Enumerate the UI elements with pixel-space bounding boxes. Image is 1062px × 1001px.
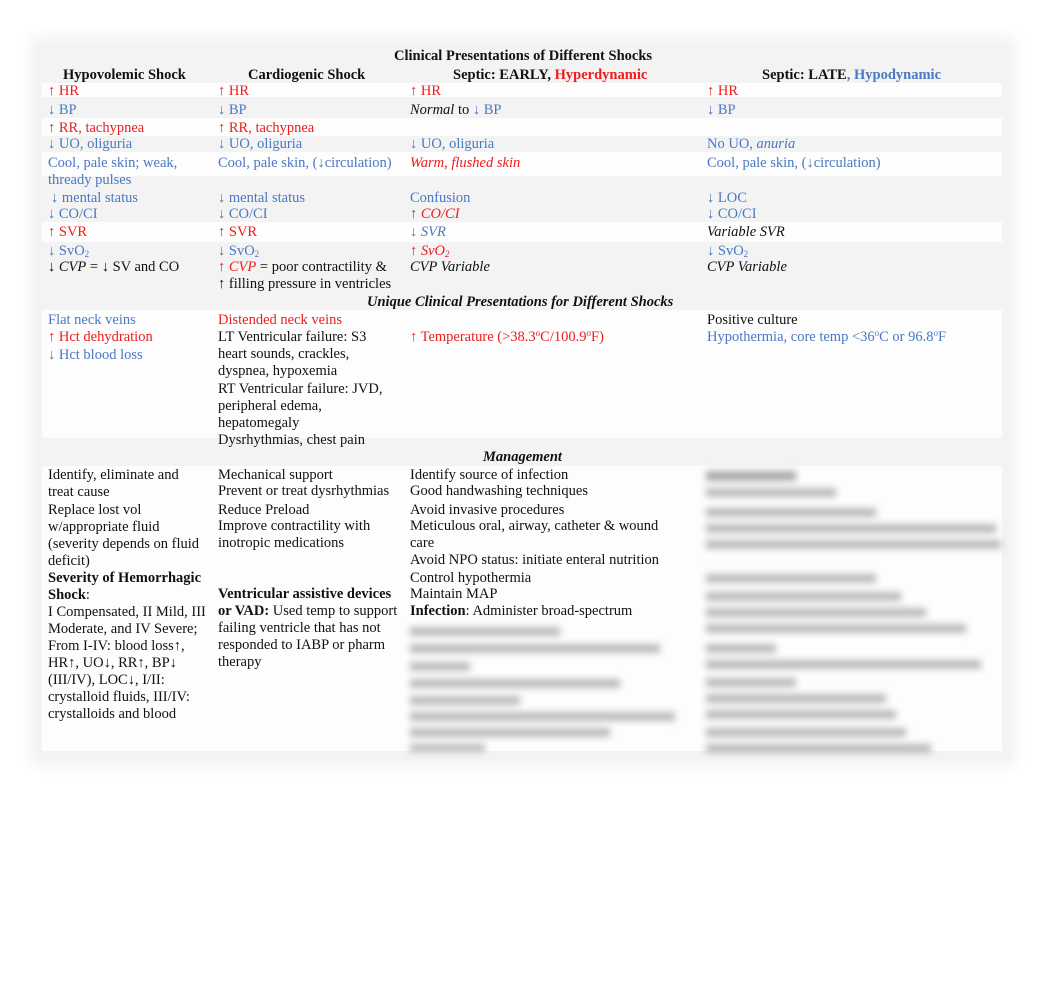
- mgmt-cardio-item: Mechanical support: [218, 467, 333, 483]
- coci-finding: ↓ CO/CI: [48, 206, 98, 222]
- coci-finding: ↓ CO/CI: [218, 206, 268, 222]
- mgmt-hypo-item: Replace lost vol w/appropriate fluid (se…: [48, 502, 200, 569]
- mgmt-septic-item: Meticulous oral, airway, catheter & woun…: [410, 518, 659, 551]
- svr-finding: ↓ SVR: [410, 224, 446, 240]
- mgmt-septic-item: Good handwashing techniques: [410, 483, 588, 499]
- svr-finding: ↑ SVR: [48, 224, 88, 240]
- rr-finding: ↑ RR, tachypnea: [218, 120, 315, 136]
- unique-septic-early-temperature: ↑ Temperature (>38.3oC/100.9oF): [410, 328, 604, 346]
- bp-finding: ↓ BP: [48, 102, 77, 118]
- hr-finding: ↑ HR: [410, 83, 442, 99]
- bp-finding: ↓ BP: [218, 102, 247, 118]
- hr-finding: ↑ HR: [48, 83, 80, 99]
- uo-finding: ↓ UO, oliguria: [48, 136, 133, 152]
- mgmt-septic-item: Avoid NPO status: initiate enteral nutri…: [410, 552, 660, 568]
- column-header-cardiogenic: Cardiogenic Shock: [248, 67, 366, 83]
- skin-finding: Cool, pale skin; weak, thready pulses: [48, 155, 178, 188]
- mgmt-cardio-item: Prevent or treat dysrhythmias: [218, 483, 390, 499]
- mgmt-septic-item: Control hypothermia: [410, 570, 532, 586]
- skin-finding: Warm, flushed skin: [410, 155, 521, 171]
- management-title: Management: [483, 449, 562, 465]
- coci-finding: ↑ CO/CI: [410, 206, 460, 222]
- mgmt-cardio-item: Reduce Preload: [218, 502, 310, 518]
- unique-hypo-item: ↓ Hct blood loss: [48, 347, 143, 363]
- row-band: [42, 118, 1002, 136]
- hr-finding: ↑ HR: [218, 83, 250, 99]
- uo-finding: No UO, anuria: [707, 136, 796, 152]
- skin-finding: Cool, pale skin, (↓circulation): [707, 155, 881, 171]
- cvp-finding: CVP Variable: [410, 259, 490, 275]
- unique-cardio-rt-failure: RT Ventricular failure: JVD, peripheral …: [218, 381, 383, 431]
- svo2-finding: ↓ SvO2: [48, 243, 90, 259]
- bp-finding: Normal to ↓ BP: [410, 102, 502, 118]
- cvp-finding: ↑ CVP = poor contractility &: [218, 259, 387, 275]
- hr-finding: ↑ HR: [707, 83, 739, 99]
- row-band: [42, 83, 1002, 97]
- svo2-finding: ↓ SvO2: [707, 243, 749, 259]
- mental-finding: Confusion: [410, 190, 471, 206]
- unique-cardio-veins: Distended neck veins: [218, 312, 343, 328]
- unique-cardio-lt-failure: LT Ventricular failure: S3 heart sounds,…: [218, 329, 367, 379]
- column-header-septic-late: Septic: LATE, Hypodynamic: [762, 67, 941, 83]
- cvp-finding: ↓ CVP = ↓ SV and CO: [48, 259, 180, 275]
- mgmt-septic-item: Identify source of infection: [410, 467, 569, 483]
- mental-finding: ↓ mental status: [51, 190, 138, 206]
- bp-finding: ↓ BP: [707, 102, 736, 118]
- mental-finding: ↓ LOC: [707, 190, 747, 206]
- mgmt-hypo-item: Identify, eliminate and treat cause: [48, 467, 179, 500]
- cvp-finding: CVP Variable: [707, 259, 787, 275]
- mgmt-septic-item: Avoid invasive procedures: [410, 502, 565, 518]
- mgmt-cardio-vad: Ventricular assistive devices or VAD: Us…: [218, 586, 398, 670]
- coci-finding: ↓ CO/CI: [707, 206, 757, 222]
- unique-septic-late-hypothermia: Hypothermia, core temp <36oC or 96.8oF: [707, 328, 947, 346]
- column-header-septic-early: Septic: EARLY, Hyperdynamic: [453, 67, 648, 83]
- unique-cardio-dysrhythmias: Dysrhythmias, chest pain: [218, 432, 365, 448]
- mgmt-septic-infection: Infection: Administer broad-spectrum: [410, 603, 633, 619]
- row-band: [42, 222, 1002, 242]
- svr-finding: Variable SVR: [707, 224, 785, 240]
- svo2-finding: ↓ SvO2: [218, 243, 260, 259]
- uo-finding: ↓ UO, oliguria: [410, 136, 495, 152]
- unique-section-title: Unique Clinical Presentations for Differ…: [367, 294, 674, 310]
- svr-finding: ↑ SVR: [218, 224, 258, 240]
- unique-hypo-item: ↑ Hct dehydration: [48, 329, 153, 345]
- blurred-content-septic-early: [410, 622, 700, 752]
- cvp-finding-cont: ↑ filling pressure in ventricles: [218, 276, 392, 292]
- mental-finding: ↓ mental status: [218, 190, 305, 206]
- rr-finding: ↑ RR, tachypnea: [48, 120, 145, 136]
- unique-septic-late-culture: Positive culture: [707, 312, 798, 328]
- unique-hypo-item: Flat neck veins: [48, 312, 136, 328]
- svo2-finding: ↑ SvO2: [410, 243, 450, 259]
- column-header-hypovolemic: Hypovolemic Shock: [63, 67, 186, 83]
- page-title: Clinical Presentations of Different Shoc…: [394, 48, 653, 64]
- blurred-content-septic-late: [706, 466, 1006, 756]
- mgmt-cardio-item: Improve contractility with inotropic med…: [218, 518, 371, 551]
- skin-finding: Cool, pale skin, (↓circulation): [218, 155, 392, 171]
- mgmt-hypo-severity: Severity of Hemorrhagic Shock: I Compensa…: [48, 570, 206, 722]
- mgmt-septic-item: Maintain MAP: [410, 586, 498, 602]
- uo-finding: ↓ UO, oliguria: [218, 136, 303, 152]
